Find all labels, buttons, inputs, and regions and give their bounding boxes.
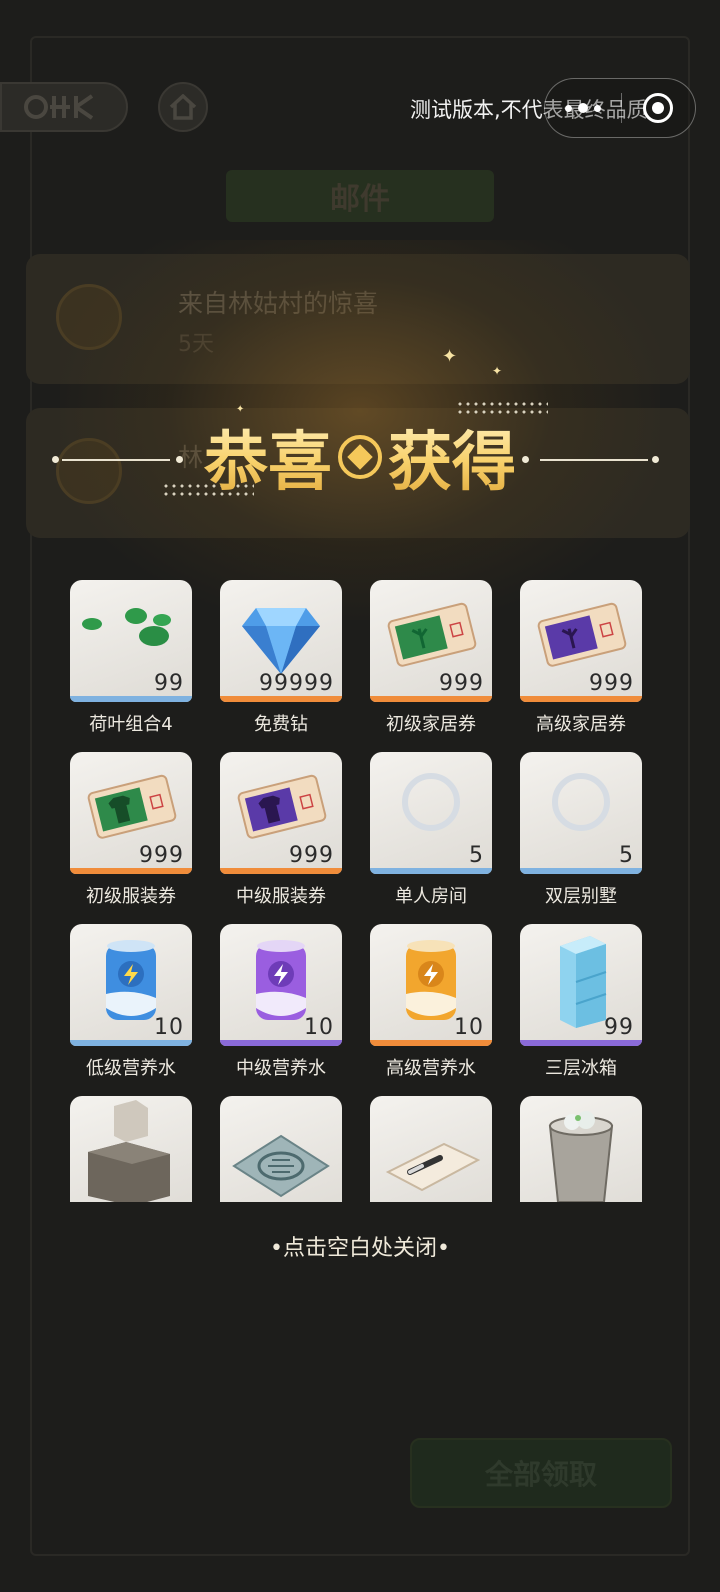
reward-grid: 99 荷叶组合4 99999 免费钻 999 初级家居券 999 高级家居券 9… (70, 580, 650, 1202)
item-name: 单人房间 (395, 886, 467, 907)
back-button[interactable] (0, 82, 128, 132)
item-quantity: 999 (439, 671, 484, 696)
item-quantity: 99 (604, 1015, 634, 1040)
reward-item[interactable]: 999 初级家居券 (370, 580, 492, 740)
rarity-bar (520, 696, 642, 702)
back-logo-icon (24, 94, 94, 120)
rarity-bar (520, 1040, 642, 1046)
item-name: 免费钻 (254, 714, 308, 735)
reward-title-right: 获得 (388, 411, 516, 503)
reward-item[interactable]: 10 高级营养水 (370, 924, 492, 1084)
reward-item[interactable]: 5 双层别墅 (520, 752, 642, 912)
mail-title-text: 来自林姑村的惊喜 (178, 289, 379, 318)
header-dot (176, 456, 183, 463)
more-dot-icon (564, 104, 572, 112)
item-quantity: 5 (619, 843, 634, 868)
mail-days-text: 5天 (178, 332, 214, 357)
reward-item[interactable]: 99 荷叶组合4 (70, 580, 192, 740)
mini-program-capsule (544, 78, 696, 138)
more-dot-icon (577, 103, 588, 113)
item-name: 中级服装券 (236, 886, 326, 907)
more-dot-icon (593, 104, 601, 112)
reward-item[interactable] (70, 1096, 192, 1202)
reward-item[interactable]: 999 中级服装券 (220, 752, 342, 912)
home-button[interactable] (158, 82, 208, 132)
rarity-bar (370, 868, 492, 874)
rarity-bar (70, 868, 192, 874)
reward-title: 恭喜 获得 (200, 412, 520, 502)
item-name: 双层别墅 (545, 886, 617, 907)
floor-drain-icon (232, 1134, 330, 1198)
item-quantity: 10 (454, 1015, 484, 1040)
item-quantity: 999 (139, 843, 184, 868)
item-quantity: 5 (469, 843, 484, 868)
paw-avatar-icon (56, 284, 122, 350)
reward-item[interactable]: 10 低级营养水 (70, 924, 192, 1084)
item-quantity: 999 (589, 671, 634, 696)
trash-bin-icon (548, 1111, 614, 1202)
exit-button[interactable] (622, 79, 696, 137)
home-icon (169, 94, 197, 120)
paw-avatar-icon (56, 438, 122, 504)
cutting-board-icon (385, 1142, 481, 1192)
rarity-bar (370, 696, 492, 702)
item-name: 低级营养水 (86, 1058, 176, 1079)
rarity-bar (220, 696, 342, 702)
item-quantity: 999 (289, 843, 334, 868)
rarity-bar (70, 1040, 192, 1046)
reward-item[interactable]: 999 初级服装券 (70, 752, 192, 912)
sparkle-icon: ✦ (442, 346, 458, 367)
item-name: 高级家居券 (536, 714, 626, 735)
reward-title-left: 恭喜 (204, 411, 332, 503)
item-name: 荷叶组合4 (89, 714, 173, 735)
exit-icon (643, 93, 674, 123)
item-name: 初级服装券 (86, 886, 176, 907)
claim-all-button[interactable]: 全部领取 (410, 1438, 672, 1508)
item-name: 中级营养水 (236, 1058, 326, 1079)
close-hint[interactable]: •点击空白处关闭• (0, 1230, 720, 1262)
rarity-bar (220, 1040, 342, 1046)
sparkle-icon: ✦ (492, 364, 503, 378)
item-quantity: 10 (304, 1015, 334, 1040)
item-quantity: 99999 (259, 671, 334, 696)
header-line-right (540, 459, 648, 461)
item-name: 高级营养水 (386, 1058, 476, 1079)
item-quantity: 10 (154, 1015, 184, 1040)
rarity-bar (220, 868, 342, 874)
item-name: 初级家居券 (386, 714, 476, 735)
rarity-bar (520, 868, 642, 874)
more-button[interactable] (545, 79, 621, 137)
reward-item[interactable]: 99 三层冰箱 (520, 924, 642, 1084)
rarity-bar (70, 696, 192, 702)
mail-title: 邮件 (226, 170, 494, 222)
header-line-left (62, 459, 170, 461)
header-dot (652, 456, 659, 463)
reward-item[interactable] (370, 1096, 492, 1202)
reward-item[interactable]: 99999 免费钻 (220, 580, 342, 740)
reward-item[interactable]: 5 单人房间 (370, 752, 492, 912)
range-hood-icon (88, 1100, 170, 1202)
coin-icon (338, 435, 382, 479)
reward-item[interactable]: 999 高级家居券 (520, 580, 642, 740)
rarity-bar (370, 1040, 492, 1046)
reward-item[interactable]: 10 中级营养水 (220, 924, 342, 1084)
reward-item[interactable] (220, 1096, 342, 1202)
item-quantity: 99 (154, 671, 184, 696)
mail-item[interactable]: 来自林姑村的惊喜 5天 (26, 254, 690, 384)
reward-item[interactable] (520, 1096, 642, 1202)
header-dot (52, 456, 59, 463)
header-dot (522, 456, 529, 463)
item-name: 三层冰箱 (545, 1058, 617, 1079)
